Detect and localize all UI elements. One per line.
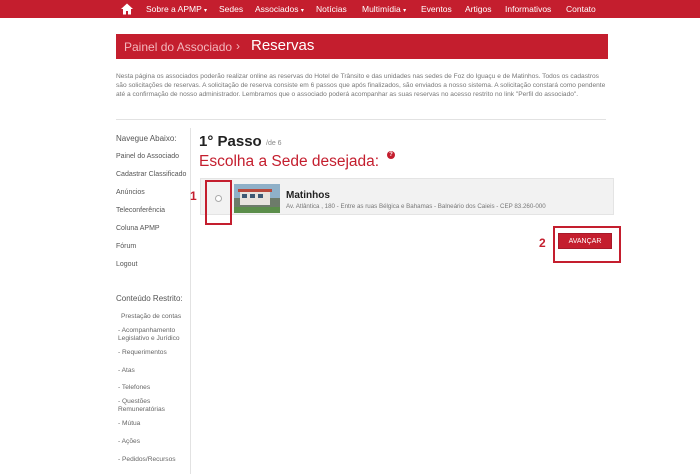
sede-address: Av. Atlântica , 180 - Entre as ruas Bélg…	[286, 203, 546, 210]
restricted-item-questoes[interactable]: - Questões Remuneratórias	[118, 398, 193, 414]
nav-sedes[interactable]: Sedes	[219, 3, 243, 15]
restricted-item-acoes[interactable]: - Ações	[118, 438, 193, 446]
sidebar-link-painel[interactable]: Painel do Associado	[116, 153, 179, 160]
nav-multimidia[interactable]: Multimídia ▾	[362, 3, 406, 17]
restricted-item-telefones[interactable]: - Telefones	[118, 384, 193, 392]
annotation-box-button	[553, 226, 621, 263]
nav-artigos[interactable]: Artigos	[465, 3, 491, 15]
step-title: 1° Passo	[199, 133, 262, 150]
annotation-box-radio	[205, 180, 232, 225]
sidebar-nav-title: Navegue Abaixo:	[116, 134, 177, 143]
sidebar-link-teleconferencia[interactable]: Teleconferência	[116, 207, 165, 214]
sidebar-divider	[190, 128, 191, 474]
nav-sobre-apmp[interactable]: Sobre a APMP ▾	[146, 3, 207, 17]
restricted-item-requerimentos[interactable]: - Requerimentos	[118, 349, 193, 357]
page-title: Reservas	[251, 37, 315, 54]
restricted-item-mutua[interactable]: - Mútua	[118, 420, 193, 428]
nav-informativos[interactable]: Informativos	[505, 3, 551, 15]
step-counter: /de 6	[266, 140, 282, 147]
sidebar-link-coluna-apmp[interactable]: Coluna APMP	[116, 225, 160, 232]
nav-associados[interactable]: Associados ▾	[255, 3, 304, 17]
restricted-item-atas[interactable]: - Atas	[118, 367, 193, 375]
sidebar-restricted-title: Conteúdo Restrito:	[116, 294, 183, 303]
annotation-marker-2: 2	[539, 236, 546, 250]
breadcrumb-painel-associado[interactable]: Painel do Associado	[124, 40, 232, 54]
sidebar-link-forum[interactable]: Fórum	[116, 243, 136, 250]
chevron-down-icon: ▾	[403, 8, 407, 14]
sidebar-link-anuncios[interactable]: Anúncios	[116, 189, 145, 196]
chevron-down-icon: ▾	[300, 8, 304, 14]
intro-text: Nesta página os associados poderão reali…	[116, 73, 606, 98]
restricted-item-acompanhamento[interactable]: - Acompanhamento Legislativo e Jurídico	[118, 327, 193, 343]
annotation-marker-1: 1	[190, 189, 197, 203]
restricted-item-pedidos[interactable]: - Pedidos/Recursos	[118, 456, 193, 464]
help-icon[interactable]: ?	[387, 151, 395, 159]
nav-eventos[interactable]: Eventos	[421, 3, 452, 15]
sede-name: Matinhos	[286, 190, 330, 201]
choose-sede-heading: Escolha a Sede desejada:	[199, 153, 380, 170]
home-icon[interactable]	[120, 2, 134, 16]
nav-contato[interactable]: Contato	[566, 3, 596, 15]
sidebar-link-logout[interactable]: Logout	[116, 261, 137, 268]
restricted-item-prestacao-contas[interactable]: Prestação de contas	[121, 313, 196, 321]
breadcrumb-separator: ›	[236, 39, 240, 53]
page-header-bar: Painel do Associado › Reservas	[116, 34, 608, 59]
sidebar-link-cadastrar-classificado[interactable]: Cadastrar Classificado	[116, 171, 186, 178]
nav-noticias[interactable]: Notícias	[316, 3, 347, 15]
top-navigation-bar: Sobre a APMP ▾ Sedes Associados ▾ Notíci…	[0, 0, 700, 18]
chevron-down-icon: ▾	[203, 8, 207, 14]
divider	[116, 119, 606, 120]
sede-thumbnail-image	[234, 184, 280, 213]
